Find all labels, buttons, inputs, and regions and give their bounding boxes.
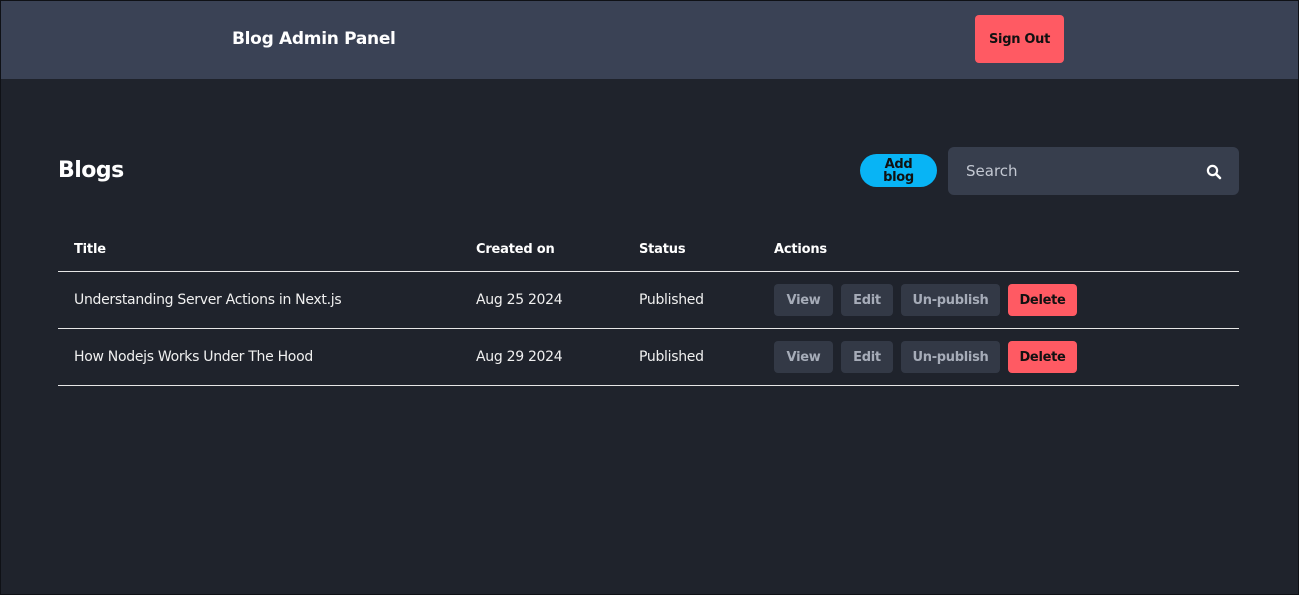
search-box	[948, 147, 1239, 195]
delete-button[interactable]: Delete	[1008, 284, 1077, 316]
blogs-table: Title Created on Status Actions Understa…	[58, 227, 1239, 386]
table-header-row: Title Created on Status Actions	[58, 227, 1239, 272]
page-title: Blogs	[58, 158, 124, 183]
search-input[interactable]	[948, 147, 1188, 195]
column-header-status: Status	[639, 242, 686, 257]
created-on-cell: Aug 25 2024	[476, 292, 563, 308]
table-row: Understanding Server Actions in Next.js …	[58, 272, 1239, 329]
column-header-actions: Actions	[774, 242, 827, 257]
top-navbar: Blog Admin Panel Sign Out	[1, 1, 1298, 79]
column-header-created-on: Created on	[476, 242, 555, 257]
unpublish-button[interactable]: Un-publish	[901, 341, 1000, 373]
sign-out-button[interactable]: Sign Out	[975, 15, 1064, 63]
status-cell: Published	[639, 349, 704, 365]
view-button[interactable]: View	[774, 284, 833, 316]
blog-title-cell: Understanding Server Actions in Next.js	[74, 292, 342, 308]
view-button[interactable]: View	[774, 341, 833, 373]
row-actions: View Edit Un-publish Delete	[774, 284, 1077, 316]
column-header-title: Title	[74, 242, 106, 257]
created-on-cell: Aug 29 2024	[476, 349, 563, 365]
edit-button[interactable]: Edit	[841, 341, 893, 373]
app-title: Blog Admin Panel	[232, 29, 396, 49]
edit-button[interactable]: Edit	[841, 284, 893, 316]
add-blog-button[interactable]: Add blog	[860, 154, 937, 187]
delete-button[interactable]: Delete	[1008, 341, 1077, 373]
table-row: How Nodejs Works Under The Hood Aug 29 2…	[58, 329, 1239, 386]
search-icon[interactable]	[1206, 164, 1222, 180]
blog-title-cell: How Nodejs Works Under The Hood	[74, 349, 313, 365]
row-actions: View Edit Un-publish Delete	[774, 341, 1077, 373]
unpublish-button[interactable]: Un-publish	[901, 284, 1000, 316]
status-cell: Published	[639, 292, 704, 308]
